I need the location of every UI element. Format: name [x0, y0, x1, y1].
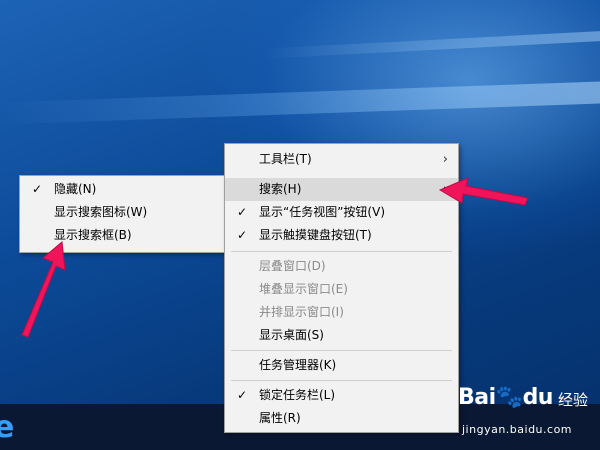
menu-item-label: 属性(R): [259, 411, 301, 425]
menu-item-side-by-side-windows[interactable]: 并排显示窗口(I): [225, 301, 458, 324]
menu-item-properties[interactable]: 属性(R): [225, 407, 458, 430]
menu-item-stack-windows[interactable]: 堆叠显示窗口(E): [225, 278, 458, 301]
check-icon: ✓: [237, 388, 248, 402]
check-icon: ✓: [32, 182, 43, 196]
menu-item-show-task-view-button[interactable]: ✓ 显示“任务视图”按钮(V): [225, 201, 458, 224]
menu-item-show-search-box[interactable]: 显示搜索框(B): [20, 224, 225, 247]
check-icon: ✓: [237, 205, 248, 219]
menu-item-label: 工具栏(T): [259, 152, 312, 166]
menu-item-label: 显示搜索框(B): [54, 228, 132, 242]
menu-item-lock-taskbar[interactable]: ✓ 锁定任务栏(L): [225, 384, 458, 407]
menu-item-label: 显示触摸键盘按钮(T): [259, 228, 372, 242]
menu-item-label: 隐藏(N): [54, 182, 97, 196]
check-icon: ✓: [237, 228, 248, 242]
menu-item-label: 显示桌面(S): [259, 328, 324, 342]
chevron-right-icon: ›: [442, 182, 448, 197]
menu-item-label: 显示搜索图标(W): [54, 205, 148, 219]
watermark-url: jingyan.baidu.com: [462, 423, 573, 436]
menu-item-label: 锁定任务栏(L): [259, 388, 336, 402]
menu-separator: [231, 251, 452, 252]
menu-item-search[interactable]: 搜索(H) ›: [225, 178, 458, 201]
menu-item-label: 搜索(H): [259, 182, 302, 196]
jingyan-label: 经验: [558, 391, 589, 409]
menu-separator: [231, 350, 452, 351]
menu-item-label: 层叠窗口(D): [259, 259, 326, 273]
menu-item-label: 并排显示窗口(I): [259, 305, 344, 319]
paw-icon: 🐾: [495, 385, 523, 410]
menu-item-show-search-icon[interactable]: 显示搜索图标(W): [20, 201, 225, 224]
menu-item-show-desktop[interactable]: 显示桌面(S): [225, 324, 458, 347]
menu-item-task-manager[interactable]: 任务管理器(K): [225, 354, 458, 377]
menu-item-show-touch-keyboard-button[interactable]: ✓ 显示触摸键盘按钮(T): [225, 224, 458, 247]
taskbar-context-menu: 工具栏(T) › 搜索(H) › ✓ 显示“任务视图”按钮(V) ✓ 显示触摸键…: [224, 143, 459, 433]
baidu-logo: Bai🐾du: [458, 385, 553, 410]
internet-explorer-icon[interactable]: e: [0, 413, 16, 443]
menu-item-toolbars[interactable]: 工具栏(T) ›: [225, 148, 458, 171]
baidu-jingyan-watermark: Bai🐾du 经验 jingyan.baidu.com: [458, 385, 598, 445]
menu-item-label: 显示“任务视图”按钮(V): [259, 205, 386, 219]
wallpaper-light-beam: [260, 31, 600, 59]
search-submenu: ✓ 隐藏(N) 显示搜索图标(W) 显示搜索框(B): [19, 175, 226, 253]
menu-item-hide[interactable]: ✓ 隐藏(N): [20, 178, 225, 201]
menu-item-cascade-windows[interactable]: 层叠窗口(D): [225, 255, 458, 278]
chevron-right-icon: ›: [442, 152, 448, 167]
menu-item-label: 堆叠显示窗口(E): [259, 282, 348, 296]
menu-separator: [231, 380, 452, 381]
menu-item-label: 任务管理器(K): [259, 358, 337, 372]
wallpaper-light-beam: [0, 81, 600, 125]
